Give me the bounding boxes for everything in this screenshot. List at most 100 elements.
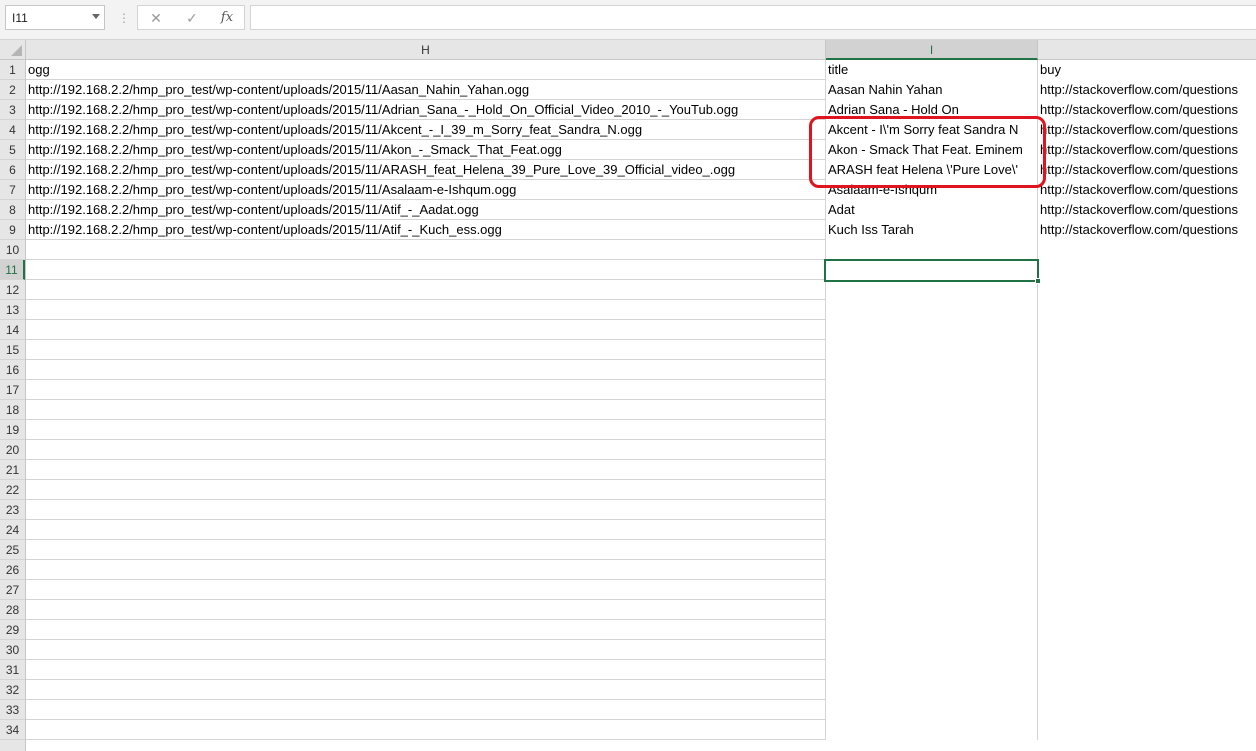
cell-j[interactable]: http://stackoverflow.com/questions <box>1038 140 1256 160</box>
row-header[interactable]: 28 <box>0 600 25 620</box>
cell-i[interactable] <box>826 380 1038 400</box>
cell-j[interactable] <box>1038 280 1256 300</box>
cell-h[interactable] <box>26 660 826 680</box>
cell-h[interactable] <box>26 580 826 600</box>
row-header[interactable]: 6 <box>0 160 25 180</box>
cell-j[interactable] <box>1038 420 1256 440</box>
cell-h[interactable] <box>26 700 826 720</box>
cell-h[interactable] <box>26 520 826 540</box>
cell-j[interactable] <box>1038 340 1256 360</box>
cell-i[interactable] <box>826 280 1038 300</box>
cell-j[interactable]: http://stackoverflow.com/questions <box>1038 160 1256 180</box>
row-header[interactable]: 4 <box>0 120 25 140</box>
cell-h[interactable] <box>26 360 826 380</box>
formula-input[interactable] <box>250 5 1256 30</box>
row-header[interactable]: 26 <box>0 560 25 580</box>
row-header[interactable]: 16 <box>0 360 25 380</box>
cell-h[interactable] <box>26 600 826 620</box>
cell-h[interactable] <box>26 320 826 340</box>
cell-j[interactable] <box>1038 700 1256 720</box>
row-header[interactable]: 5 <box>0 140 25 160</box>
column-header-h[interactable]: H <box>26 40 826 60</box>
column-header-i[interactable]: I <box>826 40 1038 60</box>
cancel-icon[interactable]: ✕ <box>146 9 166 27</box>
row-header[interactable]: 11 <box>0 260 25 280</box>
cell-i[interactable] <box>826 480 1038 500</box>
cell-i[interactable] <box>826 600 1038 620</box>
cell-i[interactable] <box>826 400 1038 420</box>
cell-h[interactable] <box>26 640 826 660</box>
cell-j[interactable] <box>1038 640 1256 660</box>
row-header[interactable]: 22 <box>0 480 25 500</box>
cell-i[interactable] <box>826 460 1038 480</box>
cell-i[interactable]: title <box>826 60 1038 80</box>
cell-h[interactable]: http://192.168.2.2/hmp_pro_test/wp-conte… <box>26 220 826 240</box>
cell-h[interactable] <box>26 280 826 300</box>
row-header[interactable]: 8 <box>0 200 25 220</box>
cell-j[interactable] <box>1038 620 1256 640</box>
more-options-icon[interactable]: ⋮ <box>118 10 130 26</box>
cell-j[interactable] <box>1038 460 1256 480</box>
cell-j[interactable] <box>1038 500 1256 520</box>
row-header[interactable]: 31 <box>0 660 25 680</box>
cell-i[interactable]: Adat <box>826 200 1038 220</box>
cell-j[interactable] <box>1038 440 1256 460</box>
row-header[interactable]: 1 <box>0 60 25 80</box>
cell-i[interactable] <box>826 640 1038 660</box>
row-header[interactable]: 15 <box>0 340 25 360</box>
cell-j[interactable] <box>1038 400 1256 420</box>
cell-i[interactable] <box>826 520 1038 540</box>
cell-i[interactable] <box>826 580 1038 600</box>
cell-i[interactable] <box>826 500 1038 520</box>
cell-h[interactable]: http://192.168.2.2/hmp_pro_test/wp-conte… <box>26 140 826 160</box>
row-header[interactable]: 17 <box>0 380 25 400</box>
row-header[interactable]: 21 <box>0 460 25 480</box>
cell-h[interactable] <box>26 440 826 460</box>
cell-h[interactable] <box>26 500 826 520</box>
row-header[interactable]: 7 <box>0 180 25 200</box>
row-header[interactable]: 27 <box>0 580 25 600</box>
cell-h[interactable]: http://192.168.2.2/hmp_pro_test/wp-conte… <box>26 160 826 180</box>
cell-h[interactable]: http://192.168.2.2/hmp_pro_test/wp-conte… <box>26 100 826 120</box>
cell-j[interactable]: http://stackoverflow.com/questions <box>1038 100 1256 120</box>
cell-i[interactable] <box>826 560 1038 580</box>
cell-h[interactable] <box>26 240 826 260</box>
cell-h[interactable] <box>26 540 826 560</box>
cell-j[interactable] <box>1038 600 1256 620</box>
row-header[interactable]: 12 <box>0 280 25 300</box>
cell-h[interactable]: http://192.168.2.2/hmp_pro_test/wp-conte… <box>26 180 826 200</box>
cell-j[interactable] <box>1038 360 1256 380</box>
cell-i[interactable] <box>826 420 1038 440</box>
row-header[interactable]: 10 <box>0 240 25 260</box>
cell-i[interactable] <box>826 340 1038 360</box>
enter-icon[interactable]: ✓ <box>182 9 202 27</box>
cell-h[interactable] <box>26 620 826 640</box>
row-header[interactable]: 32 <box>0 680 25 700</box>
cell-i[interactable]: Kuch Iss Tarah <box>826 220 1038 240</box>
cell-j[interactable] <box>1038 520 1256 540</box>
cell-j[interactable] <box>1038 540 1256 560</box>
cell-j[interactable]: http://stackoverflow.com/questions <box>1038 80 1256 100</box>
cell-i[interactable] <box>826 300 1038 320</box>
cell-i[interactable]: ARASH feat Helena \'Pure Love\' <box>826 160 1038 180</box>
cell-h[interactable]: ogg <box>26 60 826 80</box>
cell-h[interactable] <box>26 400 826 420</box>
cell-h[interactable] <box>26 560 826 580</box>
row-header[interactable]: 34 <box>0 720 25 740</box>
row-header[interactable]: 2 <box>0 80 25 100</box>
cell-i[interactable]: Akon - Smack That Feat. Eminem <box>826 140 1038 160</box>
cell-j[interactable] <box>1038 580 1256 600</box>
row-header[interactable]: 33 <box>0 700 25 720</box>
cell-j[interactable]: http://stackoverflow.com/questions <box>1038 120 1256 140</box>
cell-j[interactable]: http://stackoverflow.com/questions <box>1038 200 1256 220</box>
cell-i[interactable] <box>826 540 1038 560</box>
cell-h[interactable] <box>26 300 826 320</box>
name-box[interactable]: I11 <box>5 5 105 30</box>
select-all-button[interactable] <box>0 40 26 60</box>
cell-h[interactable] <box>26 380 826 400</box>
cell-i[interactable] <box>826 620 1038 640</box>
cell-i[interactable] <box>826 360 1038 380</box>
cell-i[interactable] <box>826 660 1038 680</box>
cell-j[interactable] <box>1038 380 1256 400</box>
cell-i[interactable] <box>826 240 1038 260</box>
